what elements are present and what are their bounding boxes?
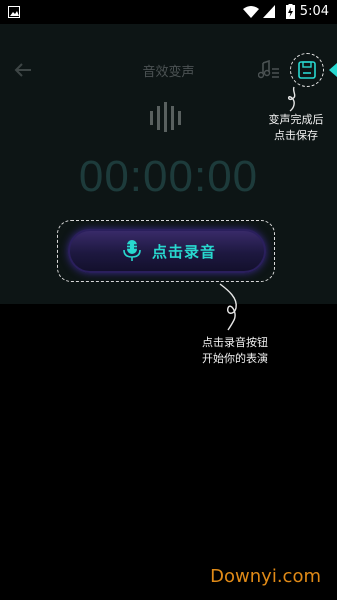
watermark: Downyi.com <box>210 566 321 587</box>
gallery-icon <box>8 6 20 18</box>
record-hint-arrow <box>219 283 237 331</box>
record-hint: 点击录音按钮 开始你的表演 <box>183 335 287 367</box>
waveform-icon <box>150 102 181 132</box>
microphone-icon <box>123 240 141 261</box>
signal-icon <box>263 5 275 18</box>
page-title: 音效变声 <box>142 65 195 80</box>
save-hint: 变声完成后 点击保存 <box>255 112 337 144</box>
record-hint-line1: 点击录音按钮 <box>202 336 268 349</box>
record-hint-line2: 开始你的表演 <box>202 352 268 365</box>
record-button[interactable]: 点击录音 <box>68 229 266 273</box>
menu-pointer-icon <box>329 63 337 77</box>
recording-timer: 00:00:00 <box>78 152 259 201</box>
save-hint-arrow <box>287 86 296 112</box>
battery-charging-icon <box>286 4 295 19</box>
status-time: 5:04 <box>299 4 329 19</box>
save-hint-line1: 变声完成后 <box>268 113 324 126</box>
record-button-label: 点击录音 <box>152 243 217 261</box>
wifi-icon <box>243 6 259 18</box>
music-list-icon[interactable] <box>258 60 280 80</box>
save-icon[interactable] <box>298 61 316 79</box>
status-bar: 5:04 <box>0 0 337 24</box>
save-hint-line2: 点击保存 <box>274 129 318 142</box>
